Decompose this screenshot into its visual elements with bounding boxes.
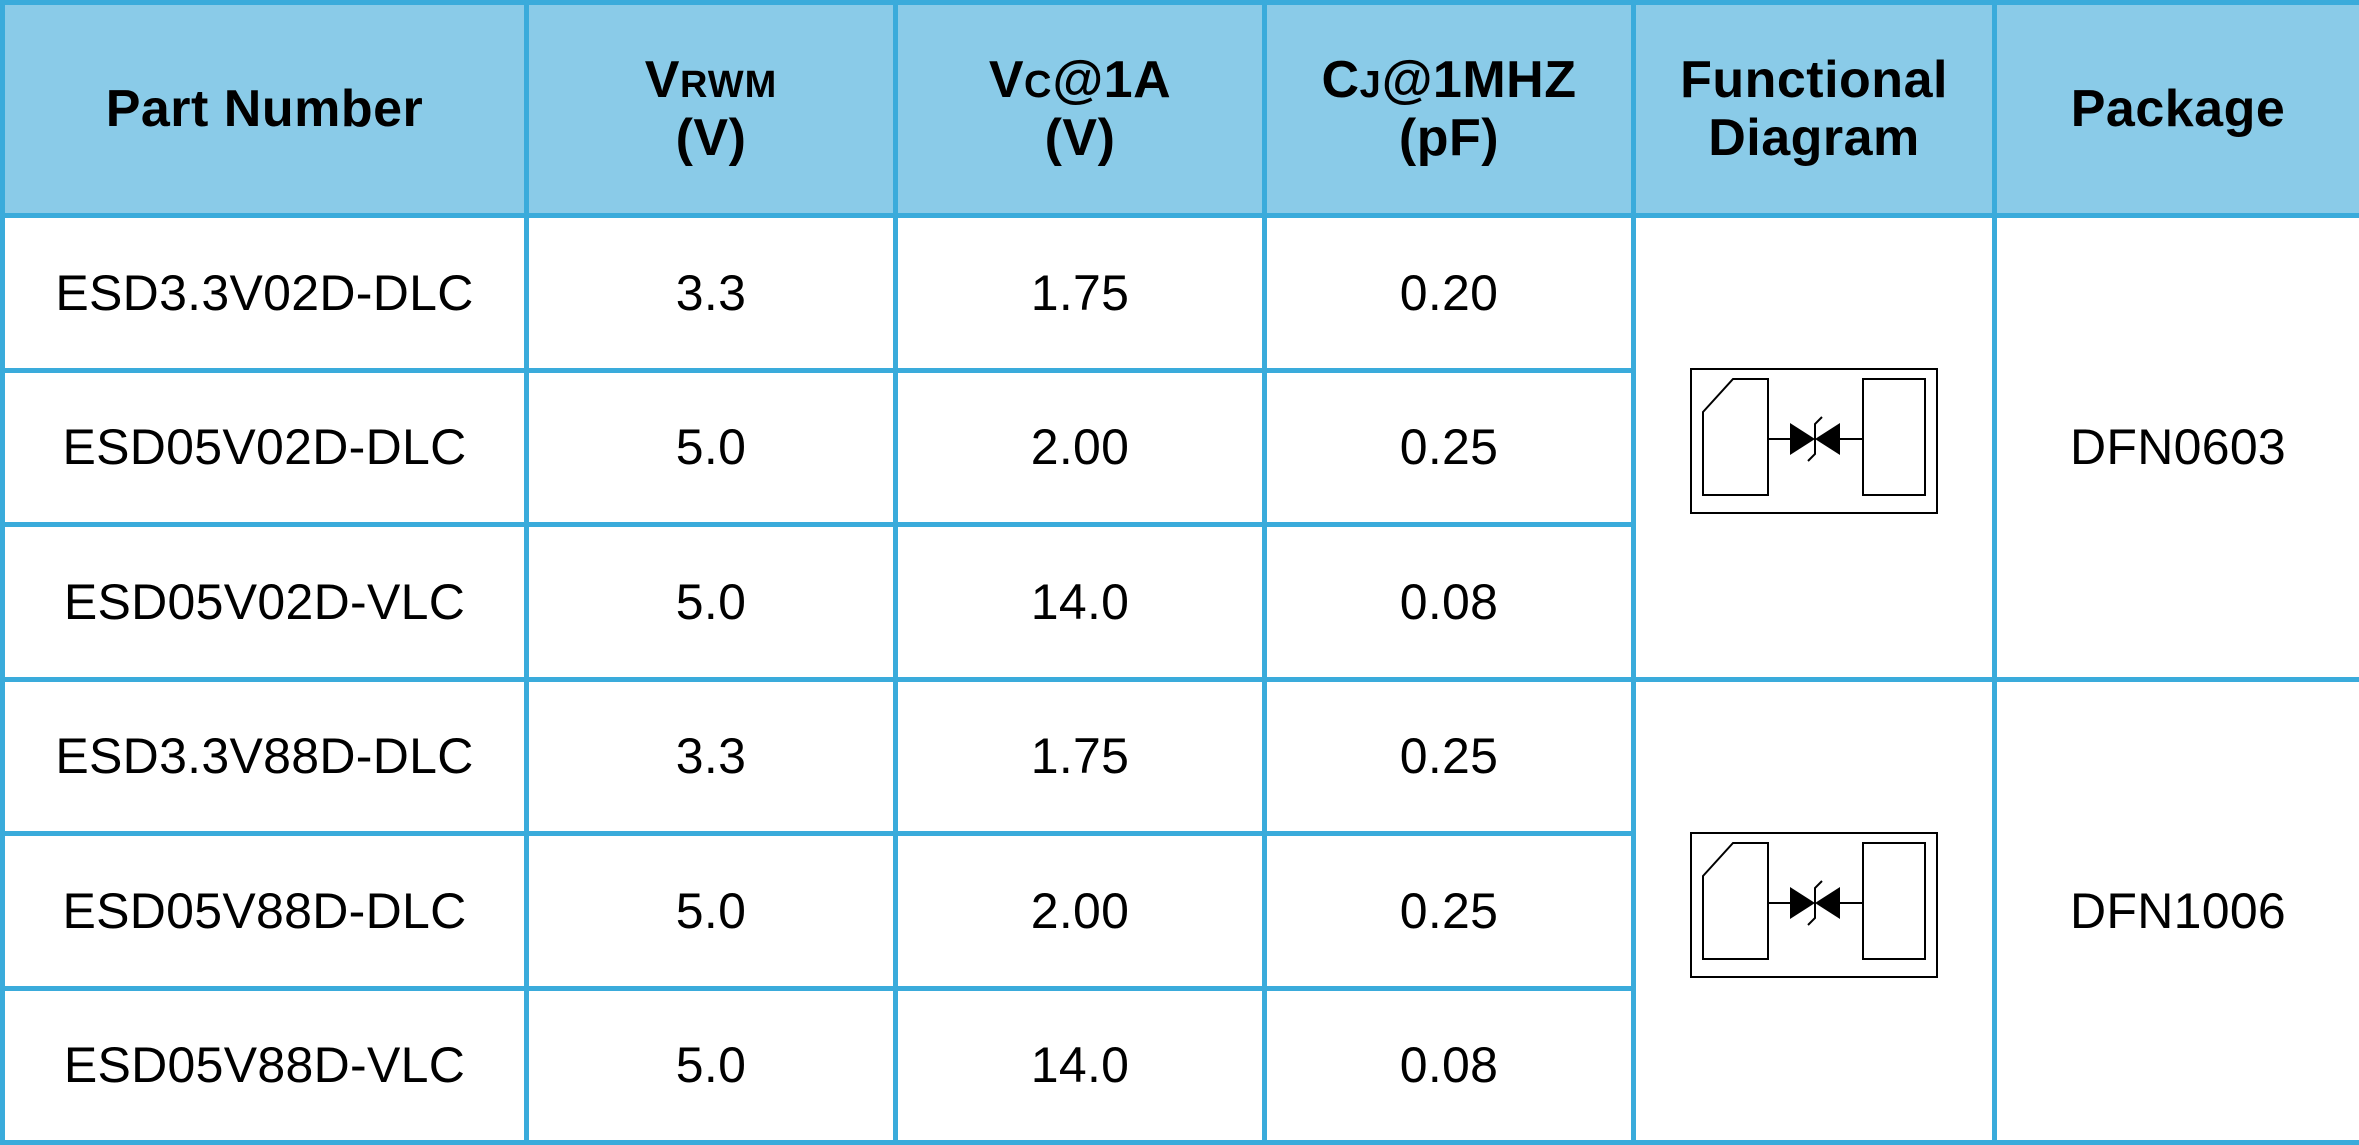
header-cj-symbol: CJ@1MHZ: [1267, 51, 1631, 109]
header-vrwm: VRWM (V): [524, 0, 898, 218]
cell-vrwm: 5.0: [524, 985, 898, 1145]
header-cj-condition: @1MHZ: [1381, 50, 1577, 109]
bidirectional-tvs-diode-icon: [1689, 367, 1939, 515]
cell-vrwm: 5.0: [524, 522, 898, 682]
header-row: Part Number VRWM (V) VC@1A (V) CJ@1MHZ (…: [0, 0, 2359, 218]
header-functional-diagram-line1: Functional: [1680, 50, 1948, 109]
header-functional-diagram: Functional Diagram: [1631, 0, 1997, 218]
cell-vc: 14.0: [893, 522, 1267, 682]
header-cj: CJ@1MHZ (pF): [1262, 0, 1636, 218]
cell-part-number: ESD05V88D-VLC: [0, 985, 529, 1145]
header-vc-sub: C: [1024, 63, 1053, 106]
cell-cj: 0.25: [1262, 831, 1636, 991]
cell-vrwm: 5.0: [524, 367, 898, 527]
cell-cj: 0.08: [1262, 985, 1636, 1145]
cell-part-number: ESD3.3V02D-DLC: [0, 213, 529, 373]
header-package: Package: [1992, 0, 2359, 218]
cell-vc: 1.75: [893, 676, 1267, 836]
cell-vrwm: 3.3: [524, 676, 898, 836]
header-vrwm-main: V: [644, 50, 680, 109]
header-vc: VC@1A (V): [893, 0, 1267, 218]
esd-part-spec-table: Part Number VRWM (V) VC@1A (V) CJ@1MHZ (…: [0, 0, 2359, 1145]
cell-package-group-1: DFN0603: [1992, 213, 2359, 682]
header-vrwm-symbol: VRWM: [529, 51, 893, 109]
header-vc-unit: (V): [1044, 109, 1116, 167]
cell-cj: 0.25: [1262, 367, 1636, 527]
header-vc-main: V: [988, 50, 1025, 109]
header-vc-condition: @1A: [1052, 50, 1172, 109]
cell-part-number: ESD05V02D-DLC: [0, 367, 529, 527]
table-row: ESD3.3V88D-DLC 3.3 1.75 0.25 DFN1006: [0, 676, 2359, 1145]
header-package-label: Package: [2070, 79, 2286, 138]
cell-part-number: ESD05V88D-DLC: [0, 831, 529, 991]
header-cj-main: C: [1321, 50, 1360, 109]
cell-functional-diagram-group-2: [1631, 676, 1997, 1145]
cell-vc: 2.00: [893, 367, 1267, 527]
cell-cj: 0.08: [1262, 522, 1636, 682]
cell-cj: 0.25: [1262, 676, 1636, 836]
cell-package-group-2: DFN1006: [1992, 676, 2359, 1145]
header-cj-unit: (pF): [1398, 109, 1500, 167]
cell-cj: 0.20: [1262, 213, 1636, 373]
header-vrwm-unit: (V): [675, 109, 747, 167]
cell-vrwm: 3.3: [524, 213, 898, 373]
cell-part-number: ESD05V02D-VLC: [0, 522, 529, 682]
cell-functional-diagram-group-1: [1631, 213, 1997, 682]
header-part-number: Part Number: [0, 0, 529, 218]
cell-vrwm: 5.0: [524, 831, 898, 991]
header-functional-diagram-line2: Diagram: [1708, 109, 1920, 167]
cell-vc: 14.0: [893, 985, 1267, 1145]
bidirectional-tvs-diode-icon: [1689, 831, 1939, 979]
header-vrwm-sub: RWM: [679, 63, 778, 106]
header-vc-symbol: VC@1A: [898, 51, 1262, 109]
header-part-number-label: Part Number: [105, 79, 424, 138]
table-row: ESD3.3V02D-DLC 3.3 1.75 0.20 DFN0603: [0, 213, 2359, 682]
header-cj-sub: J: [1359, 63, 1382, 106]
cell-vc: 1.75: [893, 213, 1267, 373]
cell-vc: 2.00: [893, 831, 1267, 991]
cell-part-number: ESD3.3V88D-DLC: [0, 676, 529, 836]
